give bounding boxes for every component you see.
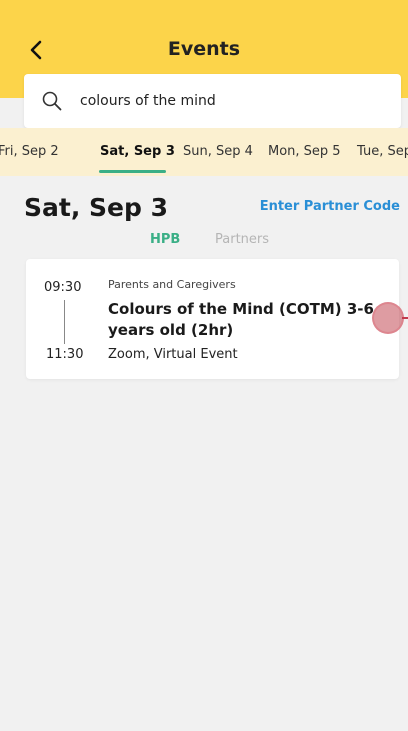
touch-indicator-trail [402,317,408,319]
touch-indicator [372,302,404,334]
time-divider [64,300,65,344]
date-tab-sat-sep-3[interactable]: Sat, Sep 3 [100,144,175,159]
event-category: Parents and Caregivers [108,278,236,291]
search-bar[interactable] [24,74,401,128]
active-tab-indicator [99,170,166,173]
date-tab-strip: Fri, Sep 2 Sat, Sep 3 Sun, Sep 4 Mon, Se… [0,128,408,176]
event-start-time: 09:30 [44,280,82,295]
date-tab-tue-sep[interactable]: Tue, Sep [357,144,408,159]
date-tab-sun-sep-4[interactable]: Sun, Sep 4 [183,144,253,159]
date-tab-fri-sep-2[interactable]: Fri, Sep 2 [0,144,59,159]
segment-hpb[interactable]: HPB [150,232,180,247]
segment-partners[interactable]: Partners [215,232,269,247]
search-icon [42,91,62,111]
search-input[interactable] [80,88,380,114]
event-location: Zoom, Virtual Event [108,347,238,362]
date-tab-mon-sep-5[interactable]: Mon, Sep 5 [268,144,341,159]
event-card[interactable]: 09:30 11:30 Parents and Caregivers Colou… [26,259,399,379]
day-heading: Sat, Sep 3 [24,193,168,222]
page-title: Events [167,38,241,60]
enter-partner-code-link[interactable]: Enter Partner Code [260,199,400,214]
event-end-time: 11:30 [46,347,84,362]
event-title: Colours of the Mind (COTM) 3-6 years old… [108,300,374,339]
